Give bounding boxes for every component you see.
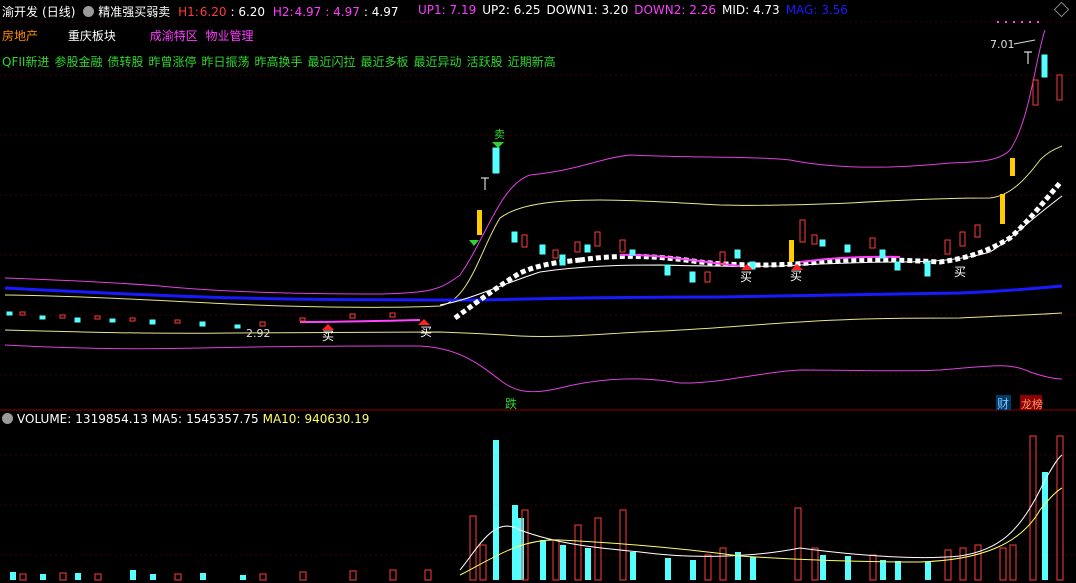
- volume-bars: [10, 435, 1064, 581]
- ma10-value: 940630.19: [304, 412, 370, 426]
- sell-signal: 卖: [494, 128, 505, 141]
- buy-signal-3: 买: [740, 270, 752, 284]
- volume-header: VOLUME: 1319854.13 MA5: 1545357.75 MA10: 9406…: [2, 412, 369, 426]
- ma10-label: MA10:: [262, 412, 301, 426]
- high-price-label: 7.01: [990, 38, 1015, 51]
- ma10-line: [459, 487, 1063, 576]
- volume-value: 1319854.13: [75, 412, 148, 426]
- volume-label: VOLUME:: [17, 412, 72, 426]
- sell-arrow-icon: [492, 142, 504, 148]
- buy-signal-1: 买: [322, 329, 334, 343]
- buy-signal-2: 买: [420, 325, 432, 339]
- dragon-label: 龙榜: [1021, 397, 1043, 411]
- buy-signal-5: 买: [954, 265, 966, 279]
- upper-band-line: [4, 29, 1046, 295]
- ma5-line: [459, 454, 1063, 571]
- kline-chart[interactable]: 买 买 买 买 买 卖 跌 财 龙榜 7.01 2.92: [0, 0, 1076, 583]
- finance-label: 财: [997, 397, 1009, 411]
- down1-band-line: [4, 312, 1063, 338]
- signal-markers: 买 买 买 买 买 卖 跌 财 龙榜 7.01 2.92: [246, 21, 1043, 411]
- mag-line: [4, 284, 1063, 302]
- fall-signal: 跌: [505, 396, 517, 411]
- trend-dotted-line-1: [453, 257, 581, 321]
- ma5-label: MA5:: [151, 412, 183, 426]
- ma5-value: 1545357.75: [186, 412, 259, 426]
- lower-band-line: [4, 344, 1063, 393]
- volume-menu-icon[interactable]: [2, 413, 13, 424]
- up2-band-line: [4, 145, 1063, 308]
- buy-signal-4: 买: [790, 269, 802, 283]
- low-price-label: 2.92: [246, 327, 271, 340]
- mid-line: [439, 195, 1063, 306]
